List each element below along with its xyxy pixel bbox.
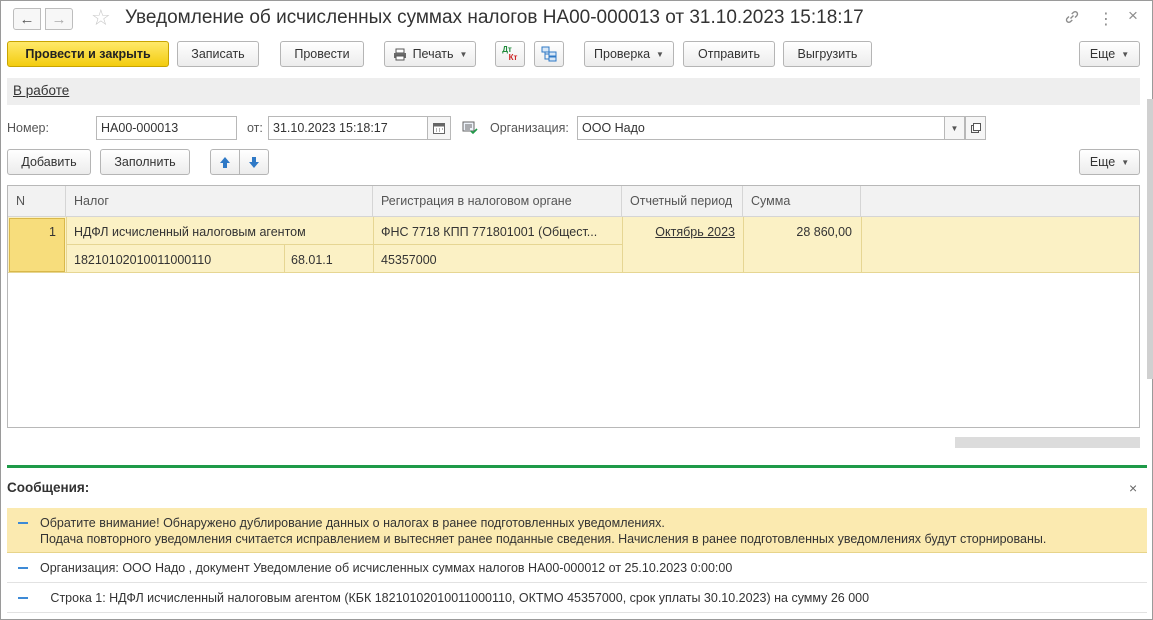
- fill-button[interactable]: Заполнить: [100, 149, 190, 175]
- arrow-down-icon: [248, 156, 260, 169]
- title-bar: ← → ☆ Уведомление об исчисленных суммах …: [1, 1, 1152, 37]
- date-label: от:: [247, 121, 263, 135]
- organization-label: Организация:: [490, 121, 569, 135]
- add-row-button[interactable]: Добавить: [7, 149, 91, 175]
- export-button[interactable]: Выгрузить: [783, 41, 872, 67]
- document-window: ← → ☆ Уведомление об исчисленных суммах …: [0, 0, 1153, 620]
- date-field[interactable]: 31.10.2023 15:18:17: [268, 116, 428, 140]
- row-divider: [374, 244, 622, 245]
- column-header-period[interactable]: Отчетный период: [622, 186, 743, 217]
- link-icon[interactable]: [1064, 9, 1080, 29]
- table-more-label: Еще: [1089, 155, 1116, 169]
- registration-cell[interactable]: ФНС 7718 КПП 771801001 (Общест...: [381, 225, 617, 239]
- post-button[interactable]: Провести: [280, 41, 364, 67]
- column-divider: [373, 217, 374, 273]
- number-label: Номер:: [7, 121, 49, 135]
- chevron-down-icon: ▼: [1121, 157, 1130, 167]
- taxes-table: N Налог Регистрация в налоговом органе О…: [7, 185, 1140, 428]
- row-divider: [67, 244, 373, 245]
- chevron-down-icon: ▼: [459, 49, 468, 59]
- arrow-up-icon: [219, 156, 231, 169]
- horizontal-scrollbar[interactable]: [955, 437, 1140, 448]
- table-row[interactable]: 1 НДФЛ исчисленный налоговым агентом 182…: [8, 217, 1139, 273]
- arrow-left-icon: ←: [19, 10, 35, 28]
- sum-cell[interactable]: 28 860,00: [748, 225, 852, 239]
- calendar-button[interactable]: [427, 116, 451, 140]
- organization-dropdown-button[interactable]: ▼: [944, 116, 965, 140]
- send-button[interactable]: Отправить: [683, 41, 775, 67]
- column-header-sum[interactable]: Сумма: [743, 186, 861, 217]
- move-down-button[interactable]: [239, 149, 269, 175]
- message-item[interactable]: Организация: ООО Надо , документ Уведомл…: [7, 553, 1147, 583]
- column-divider: [861, 217, 862, 273]
- column-header-n[interactable]: N: [8, 186, 66, 217]
- move-up-button[interactable]: [210, 149, 240, 175]
- message-bullet-icon: [18, 567, 28, 569]
- more-menu-icon[interactable]: ⋮: [1098, 9, 1114, 29]
- number-field[interactable]: НА00-000013: [96, 116, 237, 140]
- message-bullet-icon: [18, 522, 28, 524]
- column-header-registration[interactable]: Регистрация в налоговом органе: [373, 186, 622, 217]
- close-messages-icon[interactable]: ×: [1129, 480, 1137, 496]
- save-button[interactable]: Записать: [177, 41, 259, 67]
- post-and-close-button[interactable]: Провести и закрыть: [7, 41, 169, 67]
- oktmo-cell[interactable]: 45357000: [381, 253, 617, 267]
- dt-kt-postings-button[interactable]: Дт Кт: [495, 41, 525, 67]
- print-button[interactable]: Печать ▼: [384, 41, 476, 67]
- calendar-icon: [433, 122, 445, 134]
- vertical-scrollbar[interactable]: [1147, 99, 1153, 379]
- check-button[interactable]: Проверка ▼: [584, 41, 674, 67]
- status-bar: В работе: [7, 78, 1140, 105]
- column-header-empty: [861, 186, 1139, 217]
- print-label: Печать: [412, 47, 454, 61]
- row-number: 1: [49, 225, 56, 239]
- message-text: Обратите внимание! Обнаружено дублирован…: [40, 516, 665, 530]
- check-label: Проверка: [594, 47, 651, 61]
- message-item[interactable]: Обратите внимание! Обнаружено дублирован…: [7, 508, 1147, 553]
- notification-document-icon[interactable]: [462, 121, 478, 138]
- status-link[interactable]: В работе: [13, 83, 69, 98]
- kbk-cell[interactable]: 18210102010011000110: [74, 253, 279, 267]
- organization-field[interactable]: ООО Надо: [577, 116, 945, 140]
- open-form-icon: [970, 123, 981, 133]
- back-button[interactable]: ←: [13, 8, 41, 30]
- close-icon[interactable]: ×: [1128, 6, 1138, 26]
- forward-button[interactable]: →: [45, 8, 73, 30]
- period-link[interactable]: Октябрь 2023: [630, 225, 735, 239]
- more-actions-button[interactable]: Еще ▼: [1079, 41, 1140, 67]
- account-cell[interactable]: 68.01.1: [291, 253, 366, 267]
- arrow-right-icon: →: [51, 10, 67, 28]
- table-more-button[interactable]: Еще ▼: [1079, 149, 1140, 175]
- column-header-tax[interactable]: Налог: [66, 186, 373, 217]
- chevron-down-icon: ▼: [950, 123, 959, 133]
- column-divider: [284, 245, 285, 273]
- structure-button[interactable]: [534, 41, 564, 67]
- printer-icon: [393, 48, 407, 61]
- message-item[interactable]: Строка 1: НДФЛ исчисленный налоговым аге…: [7, 583, 1147, 613]
- kt-label: Кт: [508, 53, 518, 62]
- organization-open-button[interactable]: [965, 116, 986, 140]
- messages-title: Сообщения:: [7, 480, 90, 495]
- more-label: Еще: [1089, 47, 1116, 61]
- column-divider: [743, 217, 744, 273]
- messages-divider: [7, 465, 1147, 468]
- message-text: Организация: ООО Надо , документ Уведомл…: [40, 561, 733, 575]
- chevron-down-icon: ▼: [1121, 49, 1130, 59]
- document-structure-icon: [541, 46, 557, 62]
- column-divider: [66, 217, 67, 273]
- column-divider: [622, 217, 623, 273]
- chevron-down-icon: ▼: [656, 49, 664, 59]
- message-text: Строка 1: НДФЛ исчисленный налоговым аге…: [40, 591, 870, 605]
- message-text: Подача повторного уведомления считается …: [40, 532, 1047, 546]
- page-title: Уведомление об исчисленных суммах налого…: [125, 7, 864, 28]
- favorite-star-icon[interactable]: ☆: [91, 5, 111, 31]
- tax-name-cell[interactable]: НДФЛ исчисленный налоговым агентом: [74, 225, 369, 239]
- message-bullet-icon: [18, 597, 28, 599]
